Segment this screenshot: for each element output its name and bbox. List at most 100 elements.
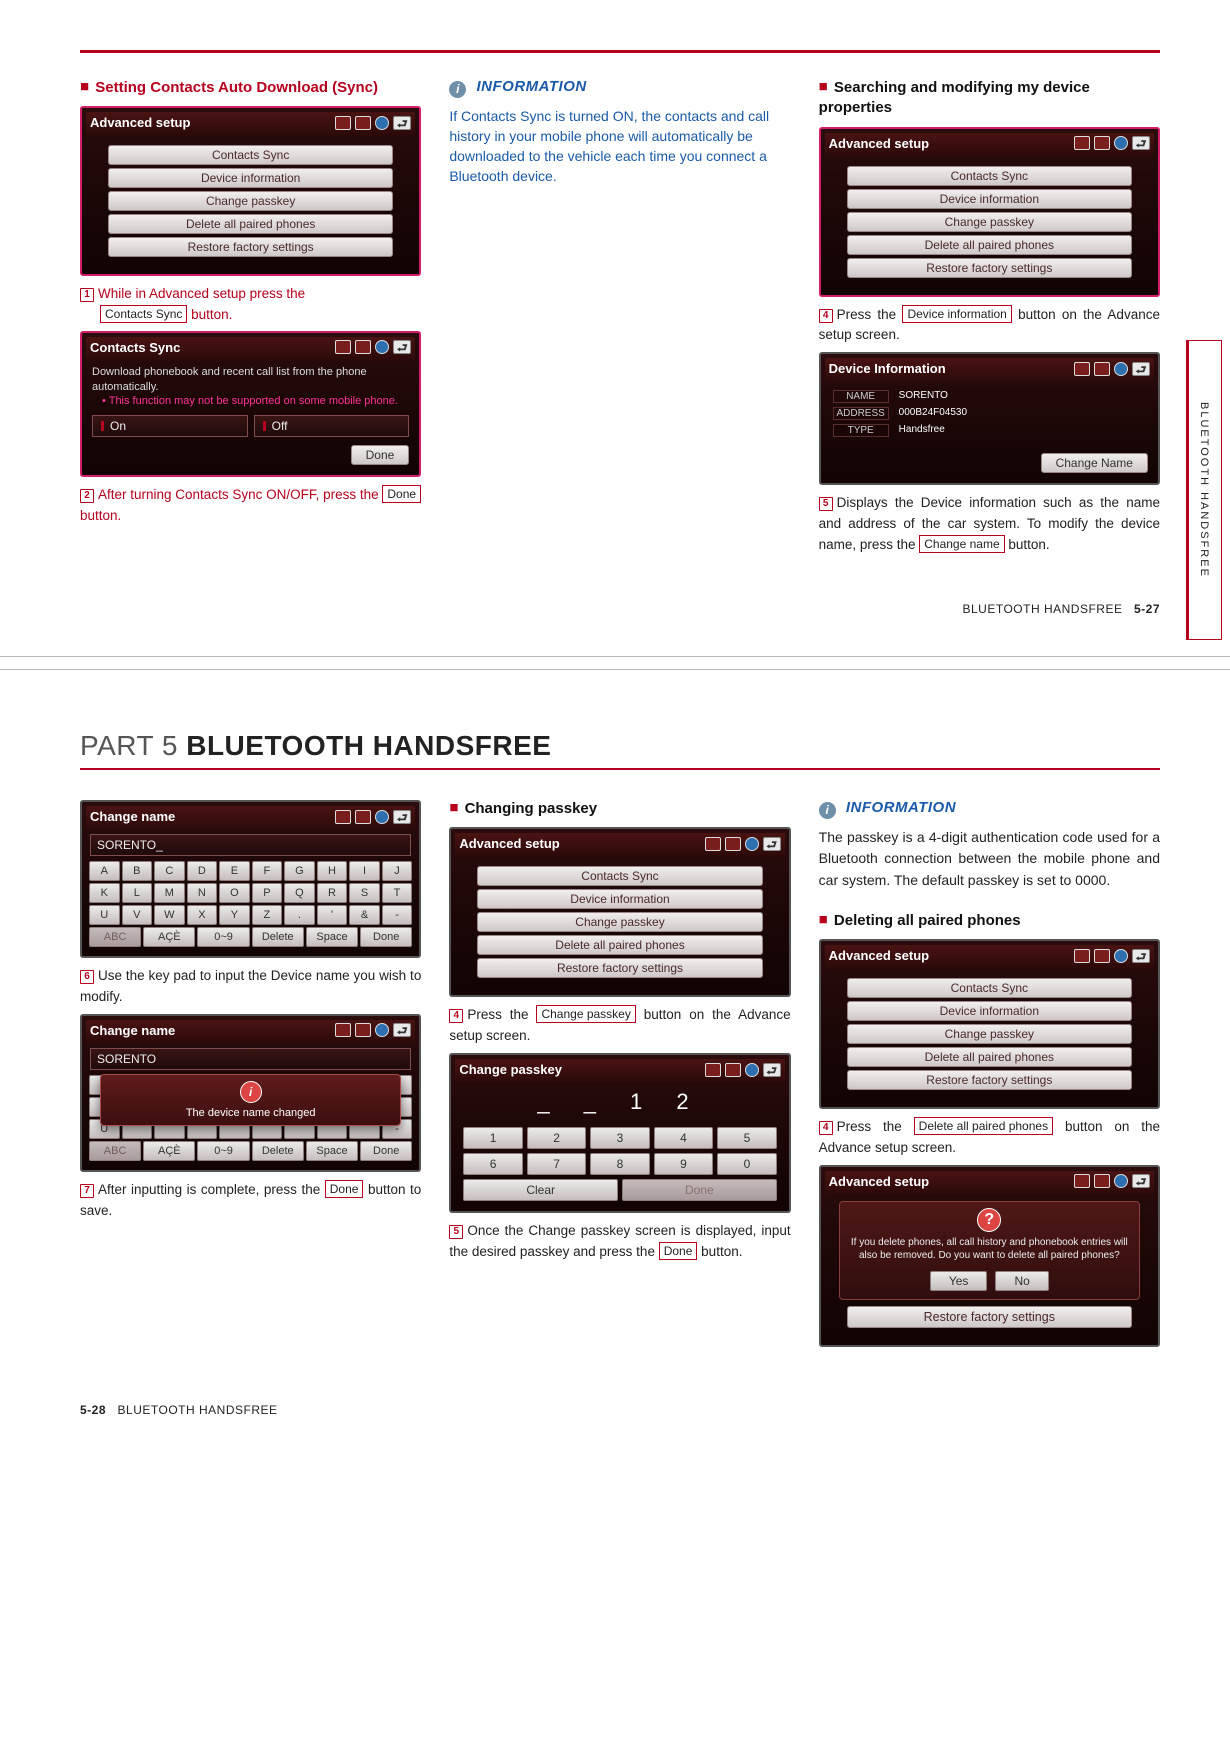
key-abc[interactable]: ABC <box>89 927 141 947</box>
key[interactable]: P <box>252 883 283 903</box>
menu-device-info[interactable]: Device information <box>847 189 1132 209</box>
numkey[interactable]: 5 <box>717 1127 776 1149</box>
step-number-icon: 4 <box>819 309 833 323</box>
back-icon[interactable]: ⮐ <box>1132 949 1150 963</box>
menu-change-passkey[interactable]: Change passkey <box>847 1024 1132 1044</box>
menu-delete-paired[interactable]: Delete all paired phones <box>477 935 762 955</box>
key[interactable]: V <box>122 905 153 925</box>
menu-device-info[interactable]: Device information <box>108 168 393 188</box>
step-text-b: button. <box>1008 537 1049 552</box>
menu-contacts-sync[interactable]: Contacts Sync <box>108 145 393 165</box>
key-numbers[interactable]: 0~9 <box>197 1141 249 1161</box>
key-accent[interactable]: AÇÈ <box>143 927 195 947</box>
key[interactable]: F <box>252 861 283 881</box>
menu-contacts-sync[interactable]: Contacts Sync <box>847 166 1132 186</box>
numkey[interactable]: 3 <box>590 1127 649 1149</box>
key-delete[interactable]: Delete <box>252 927 304 947</box>
back-icon[interactable]: ⮐ <box>763 837 781 851</box>
key[interactable]: T <box>382 883 413 903</box>
back-icon[interactable]: ⮐ <box>393 1023 411 1037</box>
step-5p: 5Once the Change passkey screen is displ… <box>449 1221 790 1263</box>
menu-delete-paired[interactable]: Delete all paired phones <box>847 1047 1132 1067</box>
name-input[interactable]: SORENTO_ <box>90 834 411 856</box>
menu-restore[interactable]: Restore factory settings <box>108 237 393 257</box>
numkey[interactable]: 8 <box>590 1153 649 1175</box>
key[interactable]: - <box>382 905 413 925</box>
key[interactable]: Z <box>252 905 283 925</box>
key-space[interactable]: Space <box>306 927 358 947</box>
numkey[interactable]: 6 <box>463 1153 522 1175</box>
back-icon[interactable]: ⮐ <box>1132 136 1150 150</box>
key[interactable]: X <box>187 905 218 925</box>
menu-contacts-sync[interactable]: Contacts Sync <box>847 978 1132 998</box>
menu-contacts-sync[interactable]: Contacts Sync <box>477 866 762 886</box>
back-icon[interactable]: ⮐ <box>393 340 411 354</box>
menu-restore[interactable]: Restore factory settings <box>847 258 1132 278</box>
key[interactable]: M <box>154 883 185 903</box>
key[interactable]: G <box>284 861 315 881</box>
value-type: Handsfree <box>899 424 945 437</box>
key[interactable]: J <box>382 861 413 881</box>
key[interactable]: B <box>122 861 153 881</box>
back-icon[interactable]: ⮐ <box>393 810 411 824</box>
menu-restore[interactable]: Restore factory settings <box>477 958 762 978</box>
menu-change-passkey[interactable]: Change passkey <box>847 212 1132 232</box>
key[interactable]: C <box>154 861 185 881</box>
back-icon[interactable]: ⮐ <box>1132 362 1150 376</box>
no-button[interactable]: No <box>995 1271 1048 1291</box>
numkey[interactable]: 4 <box>654 1127 713 1149</box>
key[interactable]: S <box>349 883 380 903</box>
key[interactable]: & <box>349 905 380 925</box>
key-space[interactable]: Space <box>306 1141 358 1161</box>
key[interactable]: W <box>154 905 185 925</box>
menu-restore[interactable]: Restore factory settings <box>847 1070 1132 1090</box>
key[interactable]: L <box>122 883 153 903</box>
numkey[interactable]: 7 <box>527 1153 586 1175</box>
key-done[interactable]: Done <box>360 927 412 947</box>
key[interactable]: O <box>219 883 250 903</box>
menu-delete-paired[interactable]: Delete all paired phones <box>847 235 1132 255</box>
menu-change-passkey[interactable]: Change passkey <box>108 191 393 211</box>
info-icon: i <box>449 81 466 98</box>
toggle-off[interactable]: Off <box>254 415 410 437</box>
key[interactable]: K <box>89 883 120 903</box>
numkey[interactable]: 9 <box>654 1153 713 1175</box>
done-button[interactable]: Done <box>622 1179 777 1201</box>
back-icon[interactable]: ⮐ <box>1132 1174 1150 1188</box>
key[interactable]: A <box>89 861 120 881</box>
back-icon[interactable]: ⮐ <box>763 1063 781 1077</box>
bluetooth-icon <box>375 116 389 130</box>
numkey[interactable]: 1 <box>463 1127 522 1149</box>
key[interactable]: Y <box>219 905 250 925</box>
menu-device-info[interactable]: Device information <box>847 1001 1132 1021</box>
bluetooth-icon <box>1114 136 1128 150</box>
numkey[interactable]: 0 <box>717 1153 776 1175</box>
key-done[interactable]: Done <box>360 1141 412 1161</box>
key-delete[interactable]: Delete <box>252 1141 304 1161</box>
key[interactable]: . <box>284 905 315 925</box>
key-accent[interactable]: AÇÈ <box>143 1141 195 1161</box>
menu-restore[interactable]: Restore factory settings <box>847 1306 1132 1328</box>
key[interactable]: U <box>89 905 120 925</box>
yes-button[interactable]: Yes <box>930 1271 988 1291</box>
key[interactable]: E <box>219 861 250 881</box>
done-button[interactable]: Done <box>351 445 410 465</box>
key-abc[interactable]: ABC <box>89 1141 141 1161</box>
key-numbers[interactable]: 0~9 <box>197 927 249 947</box>
key[interactable]: ' <box>317 905 348 925</box>
key[interactable]: H <box>317 861 348 881</box>
numkey[interactable]: 2 <box>527 1127 586 1149</box>
menu-device-info[interactable]: Device information <box>477 889 762 909</box>
key[interactable]: N <box>187 883 218 903</box>
menu-change-passkey[interactable]: Change passkey <box>477 912 762 932</box>
menu-delete-paired[interactable]: Delete all paired phones <box>108 214 393 234</box>
key[interactable]: I <box>349 861 380 881</box>
clear-button[interactable]: Clear <box>463 1179 618 1201</box>
key[interactable]: Q <box>284 883 315 903</box>
back-icon[interactable]: ⮐ <box>393 116 411 130</box>
change-name-button[interactable]: Change Name <box>1041 453 1148 473</box>
key[interactable]: R <box>317 883 348 903</box>
key[interactable]: D <box>187 861 218 881</box>
bluetooth-icon <box>375 340 389 354</box>
toggle-on[interactable]: On <box>92 415 248 437</box>
